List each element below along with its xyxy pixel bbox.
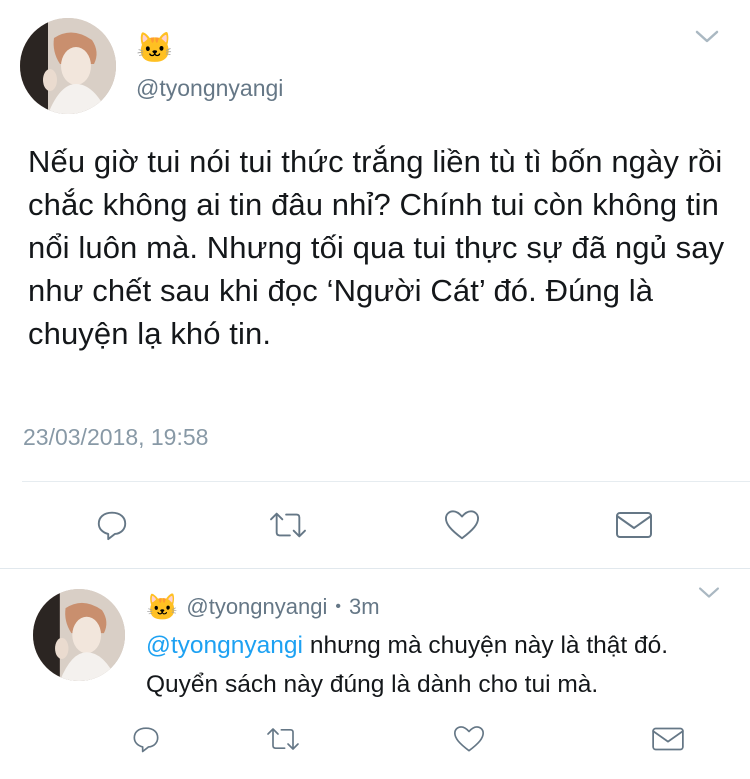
retweet-button[interactable] (262, 722, 304, 756)
like-icon (454, 726, 484, 752)
reply-tweet: 🐱 @tyongnyangi • 3m @tyongnyangi nhưng m… (0, 569, 750, 779)
chevron-down-icon[interactable] (694, 28, 720, 46)
reply-button[interactable] (128, 722, 164, 756)
divider (22, 481, 750, 482)
retweet-icon (270, 512, 306, 538)
separator-dot: • (335, 598, 341, 615)
cat-emoji: 🐱 (136, 32, 174, 65)
avatar[interactable] (20, 18, 116, 114)
like-icon (444, 510, 479, 540)
reply-button[interactable] (92, 506, 132, 544)
chevron-down-icon[interactable] (697, 585, 721, 601)
like-button[interactable] (440, 506, 484, 544)
time-ago[interactable]: 3m (349, 594, 380, 620)
message-button[interactable] (648, 722, 688, 756)
reply-icon (97, 511, 127, 541)
retweet-icon (267, 728, 299, 750)
message-icon (616, 512, 652, 538)
reply-header: 🐱 @tyongnyangi • 3m (146, 594, 380, 620)
reply-icon (133, 727, 159, 753)
mention-link[interactable]: @tyongnyangi (146, 632, 303, 659)
reply-text: @tyongnyangi nhưng mà chuyện này là thật… (146, 626, 736, 704)
user-handle[interactable]: @tyongnyangi (186, 594, 327, 620)
avatar[interactable] (33, 589, 125, 681)
like-button[interactable] (450, 722, 488, 756)
main-tweet: 🐱 @tyongnyangi Nếu giờ tui nói tui thức … (0, 0, 750, 568)
message-icon (652, 727, 684, 751)
user-handle[interactable]: @tyongnyangi (136, 75, 283, 102)
retweet-button[interactable] (264, 506, 312, 544)
tweet-text: Nếu giờ tui nói tui thức trắng liền tù t… (28, 144, 725, 351)
message-button[interactable] (612, 506, 656, 544)
timestamp[interactable]: 23/03/2018, 19:58 (23, 424, 208, 451)
cat-emoji: 🐱 (146, 592, 179, 622)
